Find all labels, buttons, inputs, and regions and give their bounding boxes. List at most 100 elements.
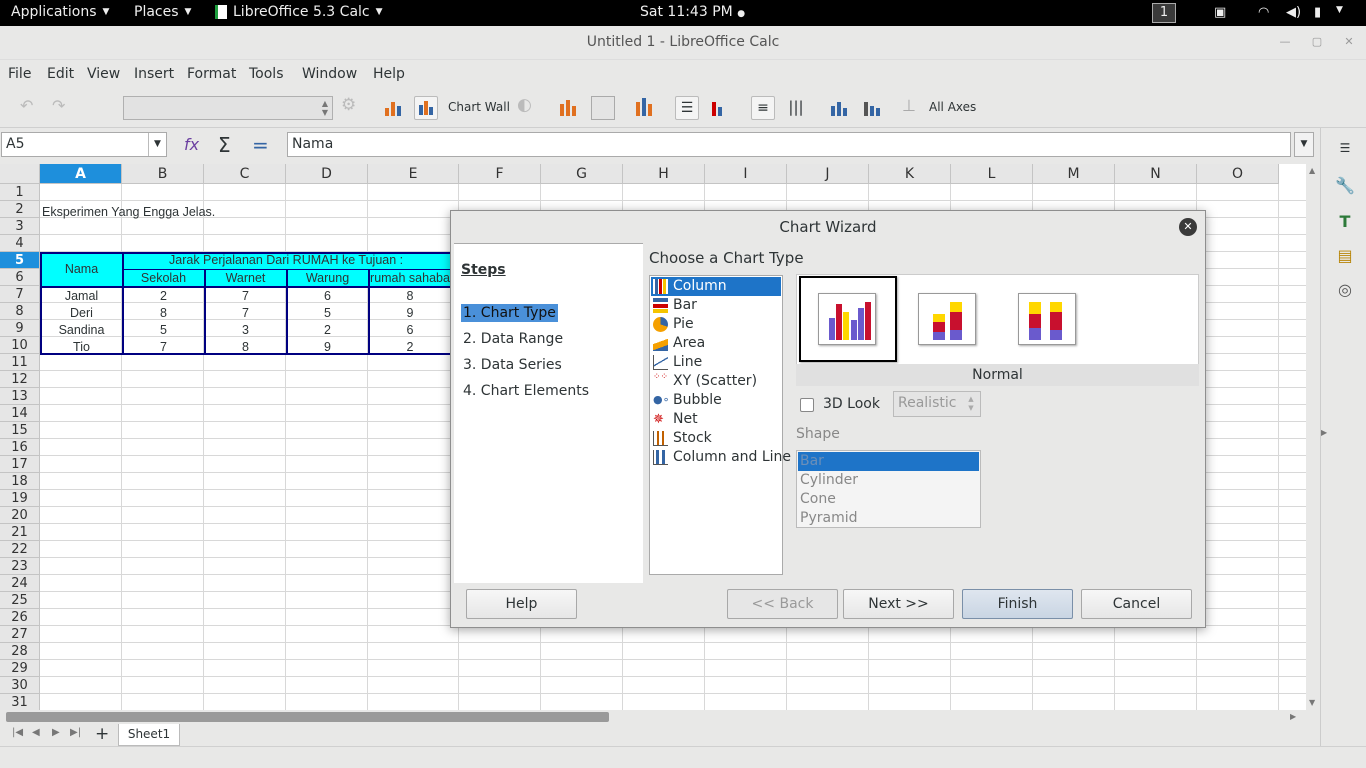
sidebar-menu-icon[interactable]: ☰ [1335,138,1355,158]
row-header[interactable]: 21 [0,524,40,541]
row-header[interactable]: 26 [0,609,40,626]
column-header[interactable]: A [40,164,122,184]
help-button[interactable]: Help [466,589,577,619]
chart-type-line[interactable]: Line [651,353,781,372]
app-menu[interactable]: LibreOffice 5.3 Calc ▼ [215,4,383,20]
column-header[interactable]: G [541,164,623,184]
row-header[interactable]: 27 [0,626,40,643]
vertical-grids-icon[interactable]: ||| [784,96,808,120]
column-header[interactable]: E [368,164,459,184]
chart-element-select[interactable]: ▲ ▼ [123,96,333,120]
function-wizard-icon[interactable]: fx [184,135,199,154]
all-axes-label[interactable]: All Axes [929,100,976,114]
row-header[interactable]: 13 [0,388,40,405]
column-header[interactable]: K [869,164,951,184]
column-header[interactable]: B [122,164,204,184]
row-header[interactable]: 23 [0,558,40,575]
shape-list[interactable]: Bar Cylinder Cone Pyramid [796,450,981,528]
3d-scheme-select[interactable]: Realistic ▲ ▼ [893,391,981,417]
chart-type-column[interactable]: Column [651,277,781,296]
3d-look-label[interactable]: 3D Look [823,396,880,412]
column-header[interactable]: H [623,164,705,184]
column-header[interactable]: J [787,164,869,184]
step-data-range[interactable]: 2. Data Range [461,330,565,348]
row-header[interactable]: 25 [0,592,40,609]
clock[interactable]: Sat 11:43 PM ● [640,4,745,20]
formula-input[interactable]: Nama [287,132,1291,157]
row-header[interactable]: 7 [0,286,40,303]
step-data-series[interactable]: 3. Data Series [461,356,564,374]
column-header[interactable]: D [286,164,368,184]
chart-type-bar[interactable]: Bar [651,296,781,315]
menu-file[interactable]: File [8,66,31,82]
row-header[interactable]: 22 [0,541,40,558]
volume-icon[interactable]: ◀) [1286,5,1301,20]
sum-icon[interactable]: Σ [218,133,231,157]
undo-icon[interactable]: ↶ [20,96,33,115]
menu-help[interactable]: Help [373,66,405,82]
column-header[interactable]: C [204,164,286,184]
chart-type-icon[interactable] [381,96,405,120]
places-menu[interactable]: Places ▼ [134,4,191,20]
chart-type-bubble[interactable]: ●∘ Bubble [651,391,781,410]
column-header[interactable]: F [459,164,541,184]
gallery-icon[interactable]: ▤ [1335,246,1355,266]
shape-cylinder[interactable]: Cylinder [798,471,979,490]
3d-look-checkbox[interactable] [800,398,814,412]
scroll-up-icon[interactable]: ▲ [1309,166,1315,175]
first-sheet-icon[interactable]: |◀ [12,727,23,738]
step-chart-elements[interactable]: 4. Chart Elements [461,382,591,400]
row-header[interactable]: 10 [0,337,40,354]
shape-bar[interactable]: Bar [798,452,979,471]
expand-formula-icon[interactable]: ▼ [1294,132,1314,157]
row-header[interactable]: 11 [0,354,40,371]
last-sheet-icon[interactable]: ▶| [70,727,81,738]
chart-type-list[interactable]: Column Bar Pie Area Line ⁘⁘ XY (Scatter) … [649,275,791,575]
row-header[interactable]: 4 [0,235,40,252]
row-header[interactable]: 6 [0,269,40,286]
finish-button[interactable]: Finish [962,589,1073,619]
column-header[interactable]: L [951,164,1033,184]
variant-normal[interactable] [818,293,876,345]
select-all-corner[interactable] [0,164,40,184]
properties-icon[interactable]: 🔧 [1335,176,1355,196]
row-header[interactable]: 29 [0,660,40,677]
vertical-scrollbar[interactable]: ▲ ▼ [1306,164,1320,710]
row-header[interactable]: 17 [0,456,40,473]
column-header[interactable]: N [1115,164,1197,184]
workspace-indicator[interactable]: 1 [1152,3,1176,23]
redo-icon[interactable]: ↷ [52,96,65,115]
legend-on-off-icon[interactable]: ☰ [675,96,699,120]
maximize-icon[interactable]: ▢ [1310,35,1324,49]
chat-icon[interactable]: ▣ [1214,5,1226,20]
chart-type-stock[interactable]: Stock [651,429,781,448]
horizontal-scroll-thumb[interactable] [6,712,609,722]
3d-view-icon[interactable]: ◐ [517,95,532,115]
menu-insert[interactable]: Insert [134,66,174,82]
chart-wall-icon[interactable] [414,96,438,120]
menu-edit[interactable]: Edit [47,66,74,82]
row-header[interactable]: 16 [0,439,40,456]
close-window-icon[interactable]: ✕ [1342,35,1356,49]
minimize-icon[interactable]: — [1278,35,1292,49]
data-table-icon[interactable] [557,96,581,120]
menu-tools[interactable]: Tools [249,66,284,82]
row-header[interactable]: 14 [0,405,40,422]
x-axis-icon[interactable] [827,96,851,120]
chevron-down-icon[interactable]: ▼ [148,133,166,156]
horizontal-grids-icon[interactable]: ≡ [751,96,775,120]
row-header[interactable]: 31 [0,694,40,710]
navigator-icon[interactable]: ◎ [1335,280,1355,300]
row-header[interactable]: 15 [0,422,40,439]
row-header[interactable]: 28 [0,643,40,660]
step-chart-type[interactable]: 1. Chart Type [461,304,558,322]
chart-type-net[interactable]: ✵ Net [651,410,781,429]
scroll-down-icon[interactable]: ▼ [1309,698,1315,707]
chart-type-column-and-line[interactable]: Column and Line [651,448,791,467]
row-header[interactable]: 1 [0,184,40,201]
format-selection-icon[interactable]: ⚙ [341,95,356,115]
sheet-tab[interactable]: Sheet1 [118,724,180,746]
menu-format[interactable]: Format [187,66,236,82]
battery-icon[interactable]: ▮ [1314,5,1321,20]
row-header[interactable]: 24 [0,575,40,592]
